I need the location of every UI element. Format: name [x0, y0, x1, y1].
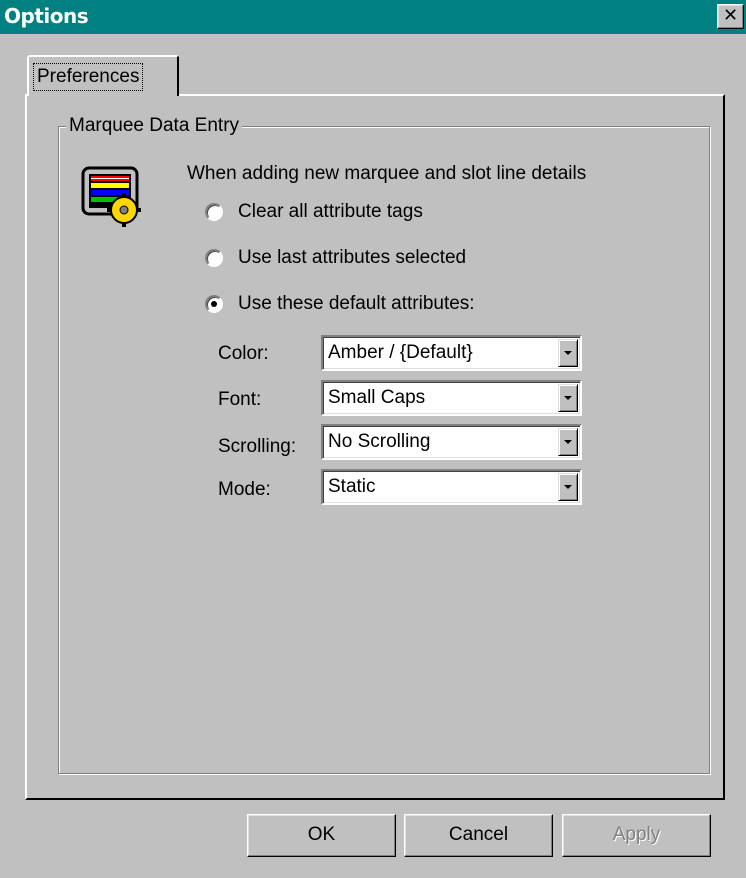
options-dialog: Options ✕ Preferences Marquee Data Entry…	[0, 0, 746, 878]
mode-label: Mode:	[218, 479, 271, 500]
chevron-down-icon	[564, 440, 572, 444]
cancel-button[interactable]: Cancel	[404, 814, 553, 857]
chevron-down-icon	[564, 485, 572, 489]
tab-preferences[interactable]: Preferences	[27, 55, 179, 96]
font-dropdown-button[interactable]	[558, 384, 578, 412]
scrolling-select[interactable]: No Scrolling	[321, 424, 582, 460]
group-title: Marquee Data Entry	[66, 115, 243, 137]
color-value: Amber / {Default}	[328, 342, 473, 363]
prompt-text: When adding new marquee and slot line de…	[187, 163, 587, 184]
scrolling-label: Scrolling:	[218, 436, 297, 457]
close-button[interactable]: ✕	[717, 4, 744, 29]
apply-button[interactable]: Apply	[562, 814, 711, 857]
mode-value: Static	[328, 476, 376, 497]
chevron-down-icon	[564, 351, 572, 355]
option-use-defaults-label: Use these default attributes:	[238, 293, 475, 314]
mode-dropdown-button[interactable]	[558, 473, 578, 501]
scrolling-value: No Scrolling	[328, 431, 431, 452]
font-label: Font:	[218, 389, 262, 410]
font-select[interactable]: Small Caps	[321, 380, 582, 416]
chevron-down-icon	[564, 396, 572, 400]
color-label: Color:	[218, 343, 269, 364]
option-clear-tags-label: Clear all attribute tags	[238, 201, 423, 222]
close-icon: ✕	[722, 5, 739, 26]
window-title: Options	[4, 4, 89, 28]
color-select[interactable]: Amber / {Default}	[321, 335, 582, 371]
title-bar[interactable]: Options ✕	[0, 0, 746, 34]
ok-button[interactable]: OK	[247, 814, 396, 857]
color-dropdown-button[interactable]	[558, 339, 578, 367]
option-use-last-label: Use last attributes selected	[238, 247, 467, 268]
radio-use-defaults[interactable]	[205, 295, 223, 313]
font-value: Small Caps	[328, 387, 426, 408]
marquee-settings-icon	[81, 166, 141, 227]
scrolling-dropdown-button[interactable]	[558, 428, 578, 456]
mode-select[interactable]: Static	[321, 469, 582, 505]
radio-selected-dot	[211, 301, 217, 307]
radio-clear-tags[interactable]	[205, 203, 223, 221]
tab-preferences-label: Preferences	[33, 63, 144, 91]
radio-use-last[interactable]	[205, 249, 223, 267]
